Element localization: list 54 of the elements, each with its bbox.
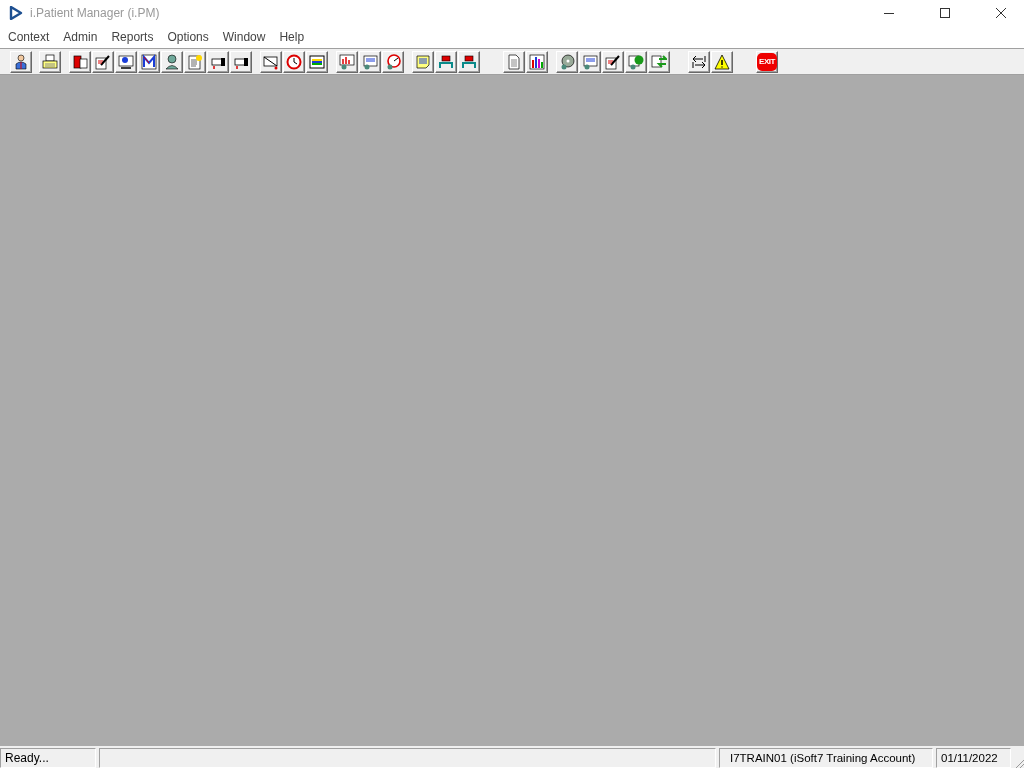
card-icon: [362, 53, 378, 70]
menu-item[interactable]: Context: [1, 30, 57, 44]
printer-icon: [42, 53, 58, 70]
account-status: I7TRAIN01 (iSoft7 Training Account): [719, 748, 933, 768]
menu-item[interactable]: Help: [272, 30, 312, 44]
play-logo-icon: [9, 6, 23, 20]
person-icon: [13, 53, 29, 70]
toolbar-button[interactable]: [260, 50, 282, 73]
clock-icon: [286, 53, 302, 70]
gauge-icon: [385, 53, 401, 70]
chart-icon: [339, 53, 355, 70]
page-icon: [506, 53, 522, 70]
toolbar-button[interactable]: [435, 50, 457, 73]
toolbar-button[interactable]: [161, 50, 183, 73]
date-status: 01/11/2022: [936, 748, 1011, 768]
toolbar-button[interactable]: [688, 50, 710, 73]
toolbar-button[interactable]: [69, 50, 91, 73]
window-title: i.Patient Manager (i.PM): [30, 6, 160, 20]
toolbar-button[interactable]: [115, 50, 137, 73]
toolbar-button[interactable]: [10, 50, 32, 73]
toolbar-button[interactable]: [230, 50, 252, 73]
toolbar-button[interactable]: [458, 50, 480, 73]
pencil-icon: [605, 53, 621, 70]
toolbar-button[interactable]: [306, 50, 328, 73]
toolbar-button[interactable]: [207, 50, 229, 73]
warning-icon: [714, 53, 730, 70]
memo-icon: [415, 53, 431, 70]
arrows-icon: [651, 53, 667, 70]
close-icon[interactable]: [996, 8, 1006, 18]
bed-icon: [438, 53, 454, 70]
resize-grip-icon[interactable]: [1014, 758, 1024, 768]
disc-icon: [559, 53, 575, 70]
letter-icon: [141, 53, 157, 70]
toolbar-button[interactable]: [138, 50, 160, 73]
maximize-icon[interactable]: [940, 8, 950, 18]
toolbar-button[interactable]: [92, 50, 114, 73]
menu-item[interactable]: Options: [160, 30, 216, 44]
transfer-icon: [691, 53, 707, 70]
card-icon: [582, 53, 598, 70]
toolbar-button[interactable]: [526, 50, 548, 73]
toolbar-button[interactable]: [711, 50, 733, 73]
pencil-icon: [95, 53, 111, 70]
exit-button[interactable]: EXIT: [756, 50, 778, 73]
screen-icon: [118, 53, 134, 70]
status-message: Ready...: [0, 748, 96, 768]
note-icon: [187, 53, 203, 70]
menu-item[interactable]: Admin: [56, 30, 105, 44]
menu-item[interactable]: Window: [215, 30, 273, 44]
menu-item[interactable]: Reports: [104, 30, 161, 44]
list-icon: [309, 53, 325, 70]
bed-icon: [461, 53, 477, 70]
toolbar-button[interactable]: [602, 50, 624, 73]
bars-icon: [529, 53, 545, 70]
toolbar-button[interactable]: [556, 50, 578, 73]
